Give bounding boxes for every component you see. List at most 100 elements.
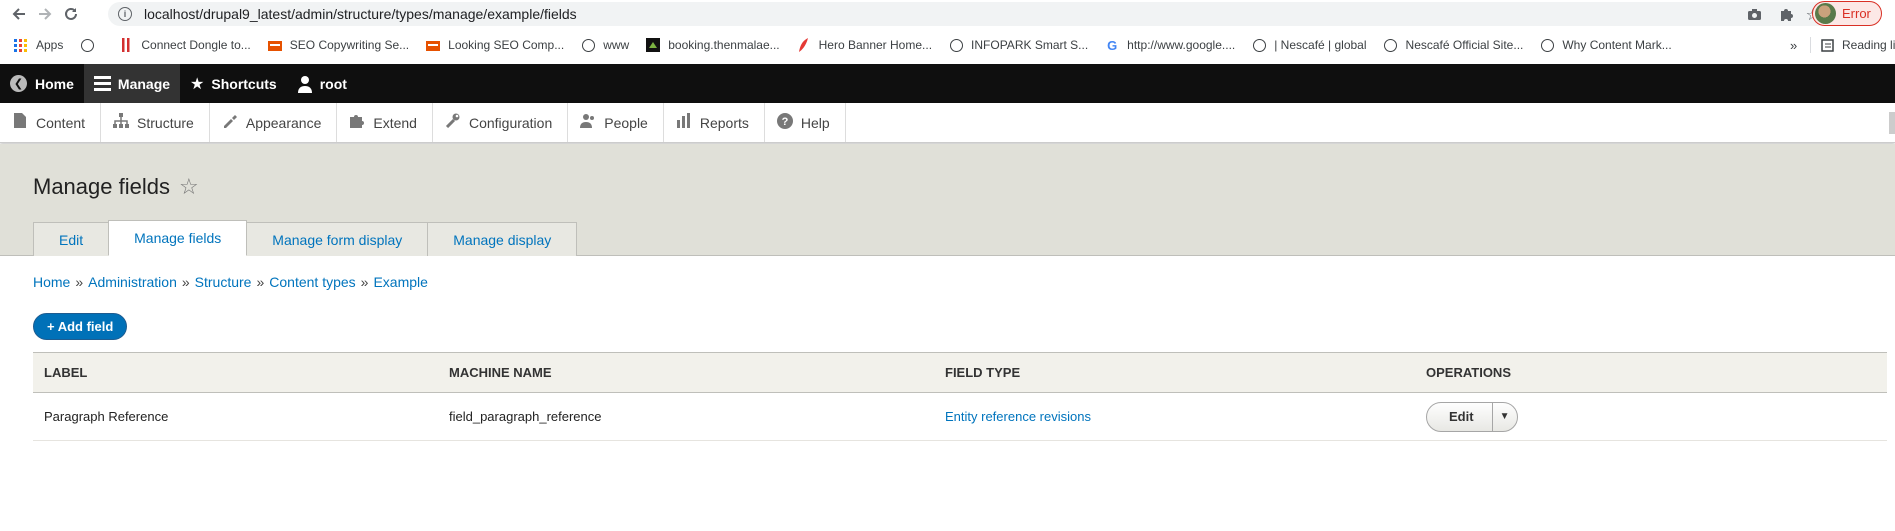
toolbar-home[interactable]: ❮ Home (0, 64, 84, 103)
add-field-button[interactable]: + Add field (33, 313, 128, 340)
operations-dropbutton: Edit ▼ (1426, 401, 1518, 432)
breadcrumb-separator: » (181, 274, 190, 290)
bookmark-label: Nescafé Official Site... (1405, 38, 1524, 52)
reports-icon (676, 113, 692, 132)
tray-orientation-toggle[interactable] (1889, 112, 1895, 134)
bookmark-label: Looking SEO Comp... (448, 38, 565, 52)
admin-toolbar: ❮ Home Manage ★ Shortcuts root (0, 64, 1895, 103)
breadcrumb-example[interactable]: Example (373, 274, 427, 290)
bookmark-item[interactable]: Nescafé Official Site... (1384, 38, 1524, 52)
tab-manage-form-display[interactable]: Manage form display (246, 222, 429, 256)
edit-field-button[interactable]: Edit (1427, 402, 1493, 431)
globe-icon (1384, 38, 1398, 52)
tray-item-label: Content (36, 114, 86, 131)
breadcrumb-content-types[interactable]: Content types (269, 274, 355, 290)
extension-icons (1742, 2, 1798, 26)
globe-icon (80, 38, 94, 52)
bookmark-item[interactable]: booking.thenmalae... (646, 38, 780, 52)
bookmark-label: www (603, 38, 630, 52)
globe-icon (581, 38, 595, 52)
bookmarks-bar: Apps Connect Dongle to... SEO Copywritin… (0, 31, 1895, 59)
tab-edit[interactable]: Edit (33, 222, 110, 256)
site-info-icon[interactable]: i (118, 7, 132, 21)
bookmark-item[interactable]: Looking SEO Comp... (426, 38, 564, 52)
column-header-label: Label (44, 365, 88, 380)
tray-item-structure[interactable]: Structure (101, 103, 210, 142)
dropbutton-toggle[interactable]: ▼ (1493, 403, 1517, 431)
breadcrumb-separator: » (256, 274, 265, 290)
tab-manage-fields[interactable]: Manage fields (108, 220, 248, 256)
camera-icon[interactable] (1742, 2, 1766, 26)
red-feather-icon (797, 38, 811, 52)
svg-text:?: ? (782, 116, 789, 128)
toolbar-shortcuts[interactable]: ★ Shortcuts (180, 64, 287, 103)
toolbar-manage[interactable]: Manage (83, 64, 181, 103)
bookmark-label: Why Content Mark... (1562, 38, 1672, 52)
globe-icon (949, 38, 963, 52)
tray-item-content[interactable]: Content (0, 103, 102, 142)
tray-item-appearance[interactable]: Appearance (210, 103, 338, 142)
seo-logo-icon (267, 38, 282, 52)
help-icon: ? (776, 112, 793, 133)
bookmark-item[interactable]: | Nescafé | global (1252, 38, 1367, 52)
bookmark-apps[interactable]: Apps (14, 38, 63, 52)
bookmark-label: booking.thenmalae... (668, 38, 780, 52)
bookmark-label: Apps (36, 38, 64, 52)
breadcrumb-home[interactable]: Home (33, 274, 70, 290)
back-button[interactable] (6, 0, 32, 27)
column-header-field-type: Field type (945, 365, 1021, 380)
appearance-icon (222, 113, 238, 132)
url-text: localhost/drupal9_latest/admin/structure… (144, 6, 577, 22)
bookmark-item[interactable]: G http://www.google.... (1105, 38, 1236, 53)
extensions-puzzle-icon[interactable] (1774, 2, 1798, 26)
bookmark-item[interactable]: SEO Copywriting Se... (267, 38, 409, 52)
forward-button[interactable] (32, 0, 58, 27)
column-header-machine-name: Machine name (449, 365, 552, 380)
field-label: Paragraph Reference (44, 409, 169, 424)
bookmark-item[interactable]: www (581, 38, 629, 52)
avatar (1815, 3, 1836, 24)
toolbar-shortcuts-label: Shortcuts (211, 75, 277, 92)
content-icon (12, 113, 28, 132)
toolbar-user[interactable]: root (287, 64, 357, 103)
fields-table: Label Machine name Field type Operations… (33, 352, 1887, 441)
breadcrumb-structure[interactable]: Structure (195, 274, 252, 290)
profile-error-label: Error (1842, 6, 1871, 21)
red-bars-icon (119, 38, 133, 52)
bookmark-label: Connect Dongle to... (141, 38, 251, 52)
back-to-site-icon: ❮ (10, 75, 27, 92)
primary-tabs: Edit Manage fields Manage form display M… (33, 220, 578, 256)
forward-arrow-icon (39, 7, 52, 20)
booking-logo-icon (646, 38, 661, 52)
breadcrumb-administration[interactable]: Administration (88, 274, 177, 290)
tray-item-help[interactable]: ? Help (765, 103, 846, 142)
profile-error-button[interactable]: Error (1812, 1, 1882, 26)
reload-button[interactable] (58, 0, 84, 27)
toolbar-manage-label: Manage (117, 75, 171, 92)
back-arrow-icon (12, 7, 25, 20)
tray-item-extend[interactable]: Extend (337, 103, 433, 142)
tray-item-configuration[interactable]: Configuration (433, 103, 569, 142)
tab-manage-display[interactable]: Manage display (427, 222, 578, 256)
bookmark-item[interactable]: Why Content Mark... (1540, 38, 1672, 52)
more-bookmarks-chevron-icon[interactable]: » (1790, 31, 1797, 59)
configuration-icon (445, 113, 461, 132)
bookmark-label: Hero Banner Home... (818, 38, 933, 52)
reading-list-label: Reading li (1842, 38, 1895, 52)
tray-item-people[interactable]: People (568, 103, 664, 142)
bookmark-label: http://www.google.... (1127, 38, 1236, 52)
bookmark-item[interactable]: INFOPARK Smart S... (949, 38, 1088, 52)
extend-icon (349, 113, 365, 132)
reload-icon (65, 7, 77, 20)
url-field[interactable]: i localhost/drupal9_latest/admin/structu… (108, 2, 1832, 26)
bookmark-item[interactable] (80, 38, 102, 52)
tray-item-reports[interactable]: Reports (664, 103, 765, 142)
field-type-link[interactable]: Entity reference revisions (945, 409, 1091, 424)
user-icon (297, 75, 312, 93)
add-shortcut-star-icon[interactable]: ☆ (179, 174, 199, 200)
bookmark-item[interactable]: Connect Dongle to... (119, 38, 251, 52)
reading-list-button[interactable]: Reading li (1820, 31, 1895, 59)
bookmark-item[interactable]: Hero Banner Home... (797, 38, 932, 52)
bookmark-label: | Nescafé | global (1274, 38, 1367, 52)
tray-item-label: Reports (699, 114, 749, 131)
